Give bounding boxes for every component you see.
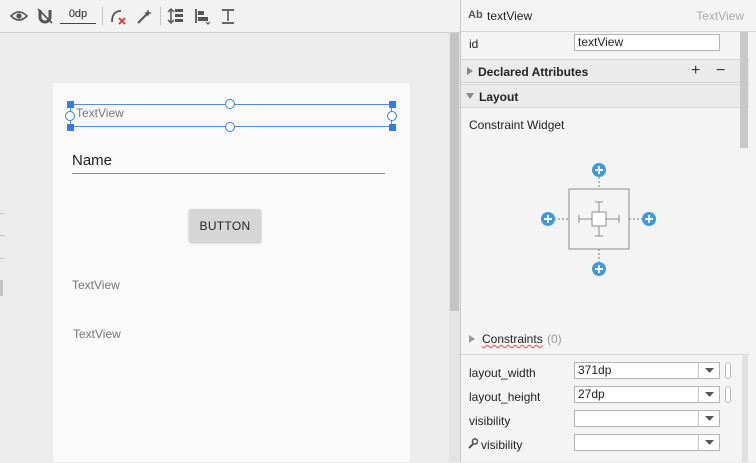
button-widget[interactable]: BUTTON (189, 209, 261, 242)
visibility-dropdown[interactable] (574, 410, 720, 427)
dropdown-arrow-icon[interactable] (698, 387, 719, 402)
tools-visibility-dropdown[interactable] (574, 434, 720, 451)
left-anchor-handle[interactable] (65, 111, 75, 121)
layout-height-label: layout_height (469, 390, 541, 404)
constraints-label: Constraints (482, 332, 543, 346)
guidelines-icon[interactable] (218, 6, 238, 26)
resize-handle-top-right[interactable] (389, 101, 396, 108)
textview-type-icon: Ab (468, 9, 483, 21)
top-anchor-handle[interactable] (225, 99, 235, 109)
selected-textview[interactable]: TextView (76, 106, 124, 120)
canvas-scrollbar-thumb[interactable] (450, 33, 459, 311)
remove-attribute-button[interactable]: − (716, 63, 725, 79)
add-right-constraint-icon (642, 212, 656, 226)
visibility-label: visibility (469, 414, 511, 428)
wrench-icon (468, 438, 479, 452)
layout-section-title: Layout (479, 90, 519, 104)
design-toolbar: 0dp (0, 0, 460, 33)
textview-widget[interactable]: TextView (73, 327, 121, 341)
add-top-constraint-icon (592, 163, 606, 177)
magnet-icon[interactable] (35, 6, 55, 26)
layout-width-value: 371dp (578, 363, 612, 377)
constraint-widget-inner-box (591, 211, 607, 227)
resize-handle-bottom-right[interactable] (389, 124, 396, 131)
layout-height-value: 27dp (578, 387, 605, 401)
expand-arrow-icon (469, 335, 475, 343)
design-editor: 0dp TextView Name BUTTON TextView TextVi… (0, 0, 460, 462)
add-attribute-button[interactable]: + (691, 63, 700, 79)
canvas-vertical-scrollbar[interactable] (449, 33, 460, 462)
layout-width-indicator[interactable] (725, 362, 731, 379)
layout-height-dropdown[interactable]: 27dp (574, 386, 720, 403)
dropdown-arrow-icon[interactable] (698, 435, 719, 450)
attributes-header: Ab textView TextView (461, 0, 756, 32)
tools-visibility-label: visibility (481, 438, 523, 452)
constraint-widget-label: Constraint Widget (469, 118, 565, 132)
right-anchor-handle[interactable] (387, 111, 397, 121)
pack-icon[interactable] (166, 6, 186, 26)
component-name: textView (487, 9, 533, 23)
default-margin-dropdown[interactable]: 0dp (60, 7, 96, 24)
resize-handle-bottom-left[interactable] (67, 124, 74, 131)
canvas-gutter-mark (0, 280, 3, 296)
constraint-widget (541, 163, 656, 276)
add-bottom-constraint-icon (592, 262, 606, 276)
name-edittext[interactable]: Name (72, 153, 385, 174)
attributes-scrollbar-thumb[interactable] (740, 32, 748, 148)
id-label: id (469, 37, 479, 51)
align-icon[interactable] (192, 6, 212, 26)
id-field[interactable]: textView (574, 34, 720, 51)
canvas-gutter-mark (0, 213, 5, 214)
bottom-anchor-handle[interactable] (225, 122, 235, 132)
canvas-gutter-mark (0, 258, 5, 259)
dropdown-arrow-icon[interactable] (698, 363, 719, 378)
expand-arrow-icon (467, 67, 473, 75)
declared-attributes-title: Declared Attributes (478, 65, 589, 79)
attributes-scrollbar-track[interactable] (742, 354, 748, 462)
eye-icon[interactable] (9, 6, 29, 26)
constraints-row[interactable]: Constraints (0) (461, 330, 749, 348)
textview-widget[interactable]: TextView (72, 278, 120, 292)
toolbar-separator (160, 7, 161, 25)
resize-handle-top-left[interactable] (67, 101, 74, 108)
add-left-constraint-icon (541, 212, 555, 226)
constraints-count: (0) (547, 332, 562, 346)
toolbar-separator (102, 7, 103, 25)
device-screen (53, 83, 410, 462)
declared-attributes-header[interactable]: Declared Attributes + − (461, 59, 749, 83)
attributes-panel: Ab textView TextView id textView Declare… (460, 0, 756, 462)
layout-width-label: layout_width (469, 366, 536, 380)
dropdown-arrow-icon[interactable] (698, 411, 719, 426)
layout-height-indicator[interactable] (725, 386, 731, 403)
clear-constraints-icon[interactable] (108, 6, 128, 26)
collapse-arrow-icon (466, 93, 474, 99)
infer-constraints-icon[interactable] (134, 6, 154, 26)
canvas-gutter-mark (0, 235, 5, 236)
component-type: TextView (696, 9, 744, 23)
layout-width-dropdown[interactable]: 371dp (574, 362, 720, 379)
layout-section-header[interactable]: Layout (461, 84, 749, 108)
